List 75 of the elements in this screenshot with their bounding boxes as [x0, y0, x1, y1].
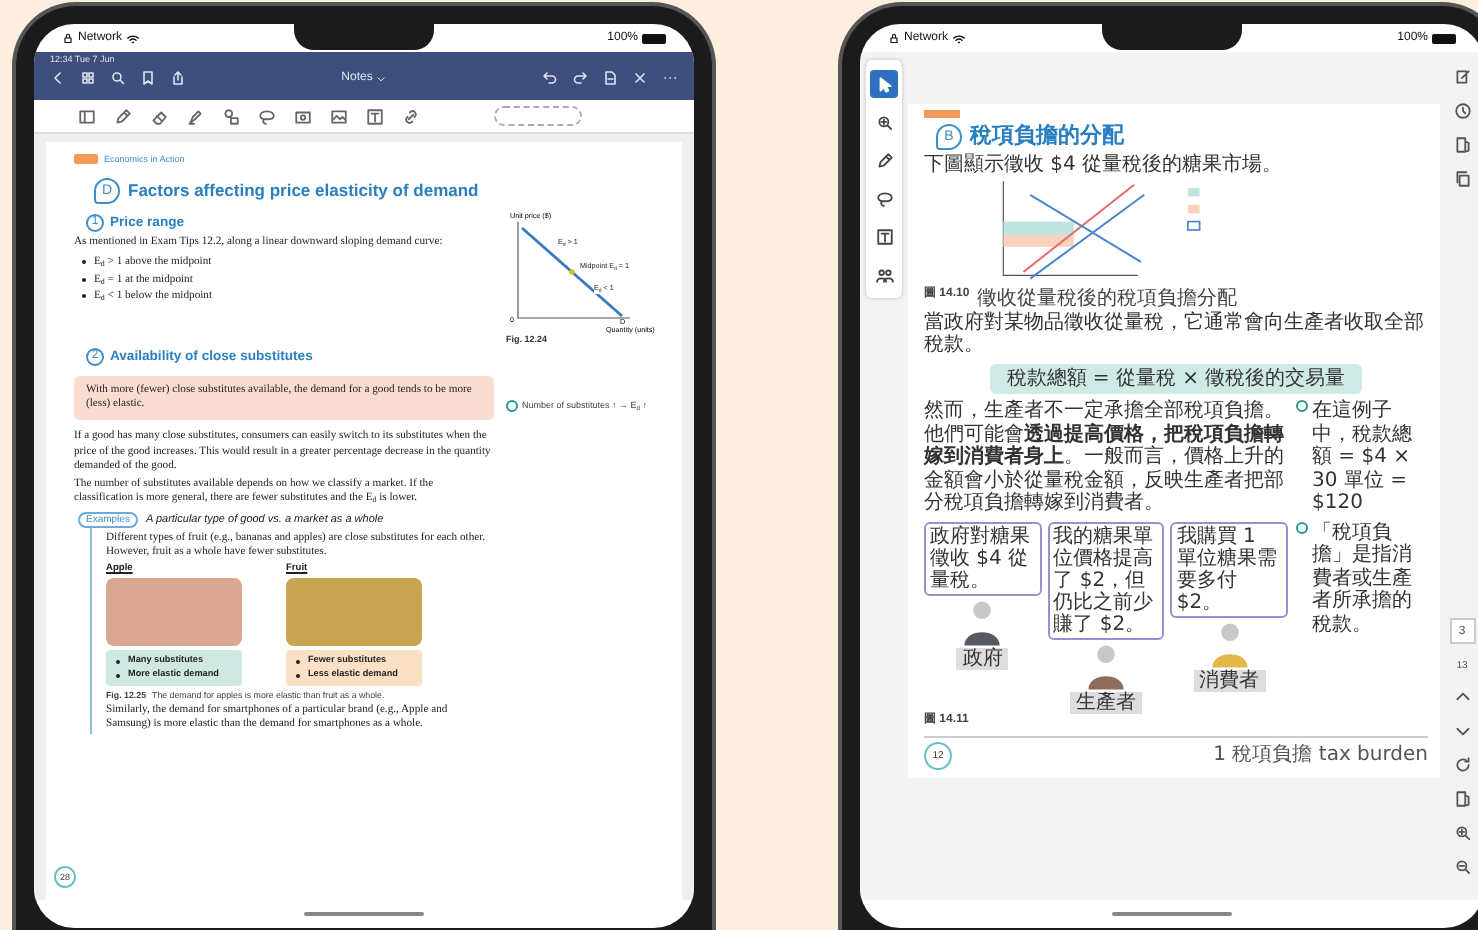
camera-icon[interactable]	[294, 107, 312, 125]
person-label: 消費者	[1193, 669, 1266, 692]
side-note: 在這例子中，稅款總額 = $4 × 30 單位 = $120	[1312, 400, 1414, 515]
lock-icon	[888, 32, 900, 44]
search-icon[interactable]	[110, 70, 126, 86]
redo-icon[interactable]	[572, 70, 588, 86]
battery-icon	[1432, 33, 1456, 43]
camera-notch	[294, 24, 434, 50]
side-note: 「稅項負擔」是指消費者或生產者所承擔的稅款。	[1312, 521, 1414, 636]
undo-icon[interactable]	[542, 70, 558, 86]
lasso-icon[interactable]	[258, 107, 276, 125]
tool-button[interactable]	[870, 70, 898, 98]
photo-placeholder	[106, 578, 242, 647]
share-icon[interactable]	[170, 70, 186, 86]
home-indicator	[1112, 912, 1232, 916]
wifi-icon	[952, 31, 967, 45]
pen-icon	[875, 151, 893, 169]
note-bullet-icon	[1296, 400, 1308, 412]
person-label: 生產者	[1070, 691, 1142, 714]
pen-icon[interactable]	[114, 107, 132, 125]
note-bullet-icon	[506, 400, 518, 413]
speech-bubble: 我購買 1 單位糖果需要多付 $2。	[1170, 521, 1289, 617]
chevron-down-icon[interactable]	[1453, 722, 1471, 740]
cursor-icon	[875, 75, 893, 93]
page-heading: 稅項負擔的分配	[970, 124, 1124, 150]
shapes-icon[interactable]	[222, 107, 240, 125]
image-icon[interactable]	[330, 107, 348, 125]
eraser-icon[interactable]	[150, 107, 168, 125]
photo-placeholder	[286, 578, 422, 647]
figure-caption: 徵收從量稅後的稅項負擔分配	[977, 288, 1238, 311]
edit-note-icon[interactable]	[1453, 68, 1471, 86]
page-icon[interactable]	[1453, 136, 1471, 154]
chevron-down-icon[interactable]	[376, 73, 387, 83]
paragraph: 當政府對某物品徵收從量稅，它通常會向生產者收取全部稅款。	[924, 311, 1426, 357]
battery-icon	[642, 33, 666, 43]
shopper-drawing	[1211, 622, 1247, 667]
bookmark-icon[interactable]	[140, 70, 156, 86]
back-icon[interactable]	[50, 70, 66, 86]
note-bullet-icon	[1296, 521, 1308, 533]
people-icon	[875, 265, 893, 283]
paragraph: 然而，生產者不一定承擔全部稅項負擔。他們可能會透過提高價格，把稅項負擔轉嫁到消費者身上。一般而言，價格上升的金額會小於從量稅金額，反映生產者把部分稅項負擔轉嫁到消費者。	[924, 400, 1286, 515]
grid-icon[interactable]	[80, 70, 96, 86]
sidebar-icon[interactable]	[78, 107, 96, 125]
chevron-up-icon[interactable]	[1453, 688, 1471, 706]
paragraph: 下圖顯示徵收 $4 從量稅後的糖果市場。	[924, 154, 1285, 177]
text-box-icon[interactable]	[366, 107, 384, 125]
zoom-in-icon[interactable]	[1453, 824, 1471, 842]
formula-box: 稅款總額 = 從量稅 × 徵稅後的交易量	[990, 363, 1362, 394]
footnote: 1 稅項負擔 tax burden	[1213, 744, 1428, 768]
speech-bubble: 政府對糖果徵收 $4 從量稅。	[924, 521, 1042, 595]
person-label: 政府	[956, 647, 1009, 670]
lock-icon	[62, 32, 74, 44]
home-indicator	[304, 912, 424, 916]
page-heading: Factors affecting price elasticity of demand	[128, 180, 479, 201]
text-box-icon	[875, 227, 893, 245]
demand-curve-drawing	[517, 221, 631, 319]
tag-marker	[74, 154, 98, 165]
highlighter-icon[interactable]	[186, 107, 204, 125]
refresh-icon[interactable]	[1453, 756, 1471, 774]
camera-notch	[1102, 24, 1242, 50]
page-icon[interactable]	[1453, 790, 1471, 808]
link-icon[interactable]	[402, 107, 420, 125]
close-icon[interactable]	[632, 70, 648, 86]
tag-marker	[924, 110, 960, 118]
lasso-icon	[875, 189, 893, 207]
zoom-out-icon[interactable]	[1453, 858, 1471, 876]
document-icon[interactable]	[602, 70, 618, 86]
speaker-drawing	[965, 600, 1001, 645]
copy-icon[interactable]	[1453, 170, 1471, 188]
zoom-in-icon	[875, 113, 893, 131]
vendor-drawing	[1088, 644, 1124, 689]
clock-icon[interactable]	[1453, 102, 1471, 120]
color-pill[interactable]	[494, 106, 582, 126]
speech-bubble: 我的糖果單位價格提高了 $2，但仍比之前少賺了 $2。	[1047, 521, 1165, 639]
wifi-icon	[126, 31, 141, 45]
